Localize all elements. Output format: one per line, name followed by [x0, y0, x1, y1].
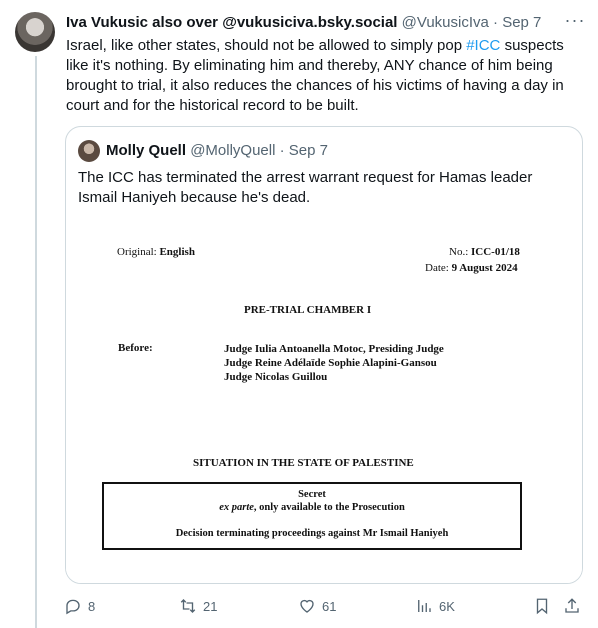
doc-date-label: Date:	[425, 262, 452, 274]
doc-situation: SITUATION IN THE STATE OF PALESTINE	[193, 457, 414, 469]
like-button[interactable]: 61	[298, 596, 336, 616]
quoted-author-handle: @MollyQuell	[190, 142, 276, 159]
document-image[interactable]: Original: English No.: ICC-01/18 Date: 9…	[66, 222, 582, 583]
separator: ·	[488, 14, 503, 31]
doc-exparte-italic: ex parte	[219, 502, 254, 513]
share-button[interactable]	[563, 596, 581, 616]
author-name[interactable]: Iva Vukusic also over @vukusiciva.bsky.s…	[66, 14, 397, 31]
doc-judge-3: Judge Nicolas Guillou	[224, 371, 328, 383]
doc-original-label: Original:	[117, 246, 160, 258]
doc-exparte-rest: , only available to the Prosecution	[253, 502, 405, 513]
quoted-separator: ·	[275, 142, 289, 159]
author-handle[interactable]: @VukusicIva	[402, 14, 489, 31]
doc-number-value: ICC-01/18	[471, 246, 520, 258]
heart-icon	[300, 599, 314, 613]
bookmark-button[interactable]	[533, 596, 551, 616]
repost-icon	[180, 599, 196, 613]
tweet-text: Israel, like other states, should not be…	[66, 36, 586, 116]
like-count: 61	[322, 598, 337, 614]
action-bar: 8 21 61 6K	[64, 596, 584, 616]
avatar[interactable]	[15, 12, 55, 52]
repost-count: 21	[203, 598, 218, 614]
quoted-tweet[interactable]: Molly Quell @MollyQuell · Sep 7 The ICC …	[65, 126, 583, 584]
quoted-text: The ICC has terminated the arrest warran…	[78, 169, 533, 206]
quoted-header: Molly Quell @MollyQuell · Sep 7	[106, 141, 328, 161]
reply-button[interactable]: 8	[64, 596, 95, 616]
views-button[interactable]: 6K	[415, 596, 455, 616]
doc-judge-1: Judge Iulia Antoanella Motoc, Presiding …	[224, 343, 444, 355]
doc-secret: Secret	[298, 489, 326, 500]
doc-judge-2: Judge Reine Adélaïde Sophie Alapini-Gans…	[224, 357, 437, 369]
doc-judges: Judge Iulia Antoanella Motoc, Presiding …	[224, 342, 444, 384]
tweet-text-part1: Israel, like other states, should not be…	[66, 37, 467, 54]
hashtag-link[interactable]: #ICC	[466, 37, 500, 54]
reply-icon	[66, 599, 80, 615]
share-icon	[565, 598, 579, 613]
doc-original: Original: English	[117, 246, 195, 258]
tweet-date[interactable]: Sep 7	[502, 14, 541, 31]
quoted-date: Sep 7	[288, 142, 328, 159]
quoted-avatar	[78, 140, 100, 162]
reply-count: 8	[88, 598, 96, 614]
bookmark-icon	[536, 598, 548, 615]
repost-button[interactable]: 21	[179, 596, 217, 616]
thread-line	[35, 56, 37, 628]
more-options-icon[interactable]: ···	[564, 10, 586, 32]
doc-date-value: 9 August 2024	[451, 262, 518, 274]
views-icon	[418, 600, 431, 612]
doc-number-label: No.:	[449, 246, 471, 258]
quoted-author-name: Molly Quell	[106, 142, 187, 159]
doc-original-value: English	[159, 246, 195, 258]
tweet-header: Iva Vukusic also over @vukusiciva.bsky.s…	[66, 13, 588, 33]
doc-decision: Decision terminating proceedings against…	[175, 528, 449, 539]
views-count: 6K	[439, 598, 455, 614]
doc-before-label: Before:	[118, 342, 153, 354]
doc-chamber: PRE-TRIAL CHAMBER I	[244, 304, 372, 316]
doc-date: Date: 9 August 2024	[425, 262, 518, 274]
doc-classification-box: Secret ex parte, only available to the P…	[102, 482, 522, 550]
doc-exparte: ex parte, only available to the Prosecut…	[104, 502, 520, 513]
doc-number: No.: ICC-01/18	[449, 246, 520, 258]
